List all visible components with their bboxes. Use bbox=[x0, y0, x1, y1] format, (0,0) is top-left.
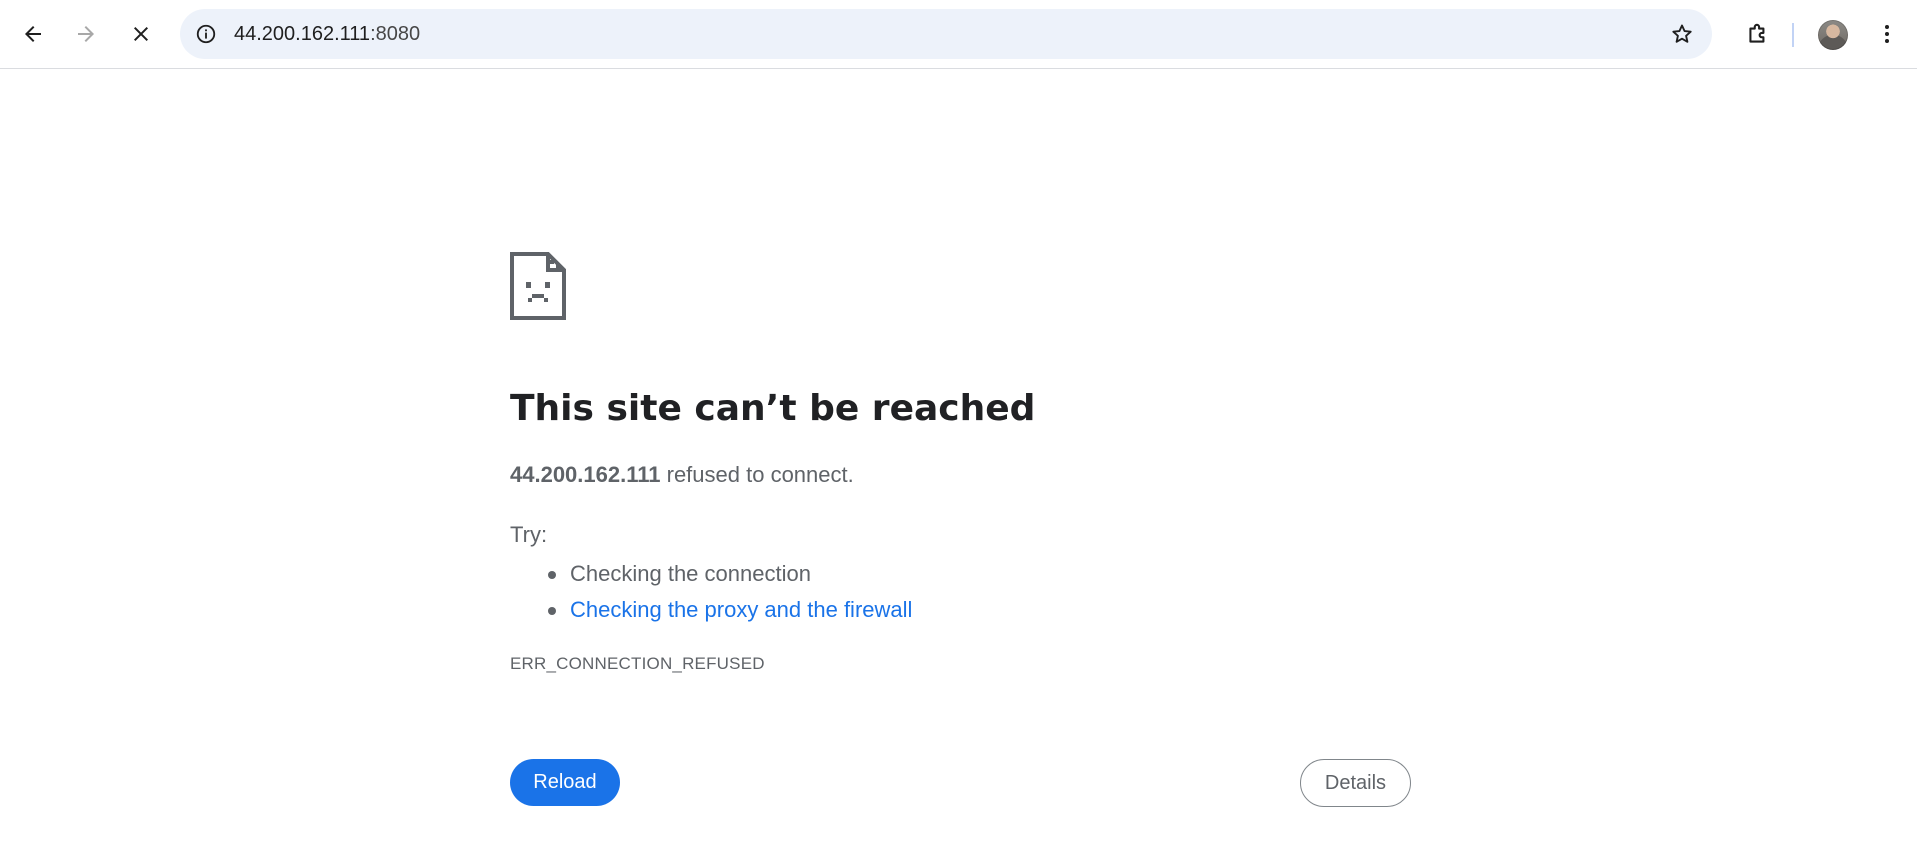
forward-button[interactable] bbox=[66, 14, 106, 54]
details-button[interactable]: Details bbox=[1300, 759, 1411, 807]
extensions-button[interactable] bbox=[1738, 14, 1778, 54]
error-title: This site can’t be reached bbox=[510, 388, 1036, 429]
error-code: ERR_CONNECTION_REFUSED bbox=[510, 654, 765, 673]
toolbar-divider bbox=[1792, 23, 1794, 47]
address-host: 44.200.162.111 bbox=[234, 23, 371, 45]
forward-arrow-icon bbox=[78, 26, 94, 42]
profile-avatar[interactable] bbox=[1818, 20, 1848, 50]
error-summary-text: refused to connect. bbox=[660, 462, 854, 487]
suggestion-check-proxy-firewall: Checking the proxy and the firewall bbox=[510, 592, 912, 628]
site-info-button[interactable] bbox=[193, 21, 219, 47]
reload-button[interactable]: Reload bbox=[510, 759, 620, 806]
stop-loading-button[interactable] bbox=[121, 14, 161, 54]
bookmark-button[interactable] bbox=[1666, 18, 1698, 50]
browser-menu-button[interactable] bbox=[1867, 14, 1907, 54]
address-bar[interactable]: 44.200.162.111:8080 bbox=[180, 9, 1712, 59]
star-icon bbox=[1672, 24, 1692, 43]
browser-toolbar: 44.200.162.111:8080 bbox=[0, 0, 1917, 69]
suggestion-check-connection: Checking the connection bbox=[510, 556, 912, 592]
puzzle-piece-icon bbox=[1749, 23, 1765, 43]
proxy-firewall-link[interactable]: Checking the proxy and the firewall bbox=[570, 597, 912, 622]
address-url[interactable]: 44.200.162.111:8080 bbox=[234, 9, 420, 59]
info-icon bbox=[196, 24, 216, 44]
suggestion-text: Checking the connection bbox=[570, 561, 811, 586]
back-arrow-icon bbox=[25, 26, 41, 42]
close-icon bbox=[134, 27, 148, 41]
three-dot-menu-icon bbox=[1885, 25, 1889, 43]
back-button[interactable] bbox=[13, 14, 53, 54]
sad-document-icon bbox=[510, 252, 566, 320]
error-host: 44.200.162.111 bbox=[510, 462, 661, 487]
suggestions-list: Checking the connection Checking the pro… bbox=[510, 556, 912, 628]
address-port: :8080 bbox=[370, 23, 421, 45]
try-label: Try: bbox=[510, 522, 548, 547]
error-summary: 44.200.162.111 refused to connect. bbox=[510, 462, 854, 488]
